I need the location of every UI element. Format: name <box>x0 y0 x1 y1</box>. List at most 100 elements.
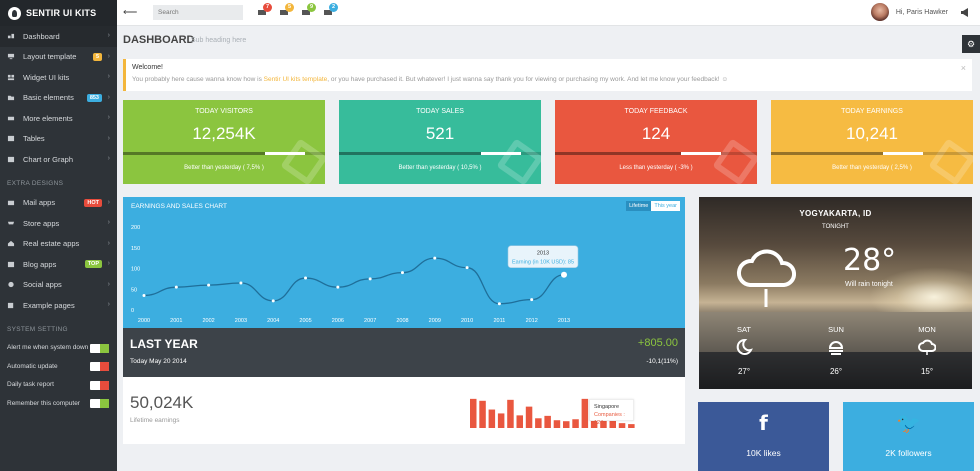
setting-toggle[interactable] <box>90 343 109 353</box>
sidebar-item-tables[interactable]: Tables › <box>0 129 117 150</box>
data-point[interactable] <box>304 276 308 280</box>
tab-lifetime[interactable]: Lifetime <box>626 201 652 211</box>
cloud-icon <box>918 339 936 355</box>
data-point[interactable] <box>368 277 372 281</box>
stat-value: 521 <box>425 124 455 143</box>
line-chart: 0 50 100 150 200 2000 2001 2002 2003 2004 2005 2006… <box>131 225 579 324</box>
data-point[interactable] <box>497 302 501 306</box>
x-tick-label: 2013 <box>558 318 570 324</box>
social-card-facebook[interactable]: f 10K likes <box>698 402 829 471</box>
sidebar-item-blog-apps[interactable]: Blog apps TOP › <box>0 254 117 275</box>
search-input[interactable] <box>153 5 243 20</box>
data-point[interactable] <box>174 285 178 289</box>
alert-text: You probably here cause wanna know how i… <box>132 76 728 83</box>
data-point[interactable] <box>433 256 437 260</box>
weather-temp: 28° <box>843 243 897 278</box>
data-point[interactable] <box>271 299 275 303</box>
setting-row: Remember this computer <box>0 394 117 413</box>
setting-row: Daily task report <box>0 376 117 395</box>
mini-bar[interactable] <box>479 400 486 428</box>
forecast-day: SUN 26° <box>811 325 861 376</box>
chevron-right-icon: › <box>107 280 110 288</box>
setting-toggle[interactable] <box>90 399 109 408</box>
setting-label: Remember this computer <box>7 399 80 407</box>
sidebar-item-label: Store apps <box>23 218 60 228</box>
sidebar-toggle-icon[interactable]: ⟵ <box>123 7 137 18</box>
facebook-icon: f <box>759 411 768 435</box>
forecast-temp: 15° <box>920 367 934 376</box>
data-point[interactable] <box>336 285 340 289</box>
data-point[interactable] <box>239 281 243 285</box>
stat-label: TODAY SALES <box>416 108 464 115</box>
y-tick-label: 100 <box>131 267 140 273</box>
mini-bar[interactable] <box>497 413 505 428</box>
sidebar-item-dashboard[interactable]: Dashboard › <box>0 26 117 47</box>
mini-bar[interactable] <box>553 420 561 428</box>
notification-count-badge: 9 <box>307 3 316 12</box>
stat-value: 12,254K <box>192 124 256 143</box>
y-tick-label: 50 <box>131 287 137 293</box>
stat-card: TODAY SALES 521 Better than yesterday ( 10… <box>339 100 541 184</box>
mini-bar[interactable] <box>516 415 524 428</box>
close-icon[interactable]: × <box>961 63 966 73</box>
stat-card: TODAY VISITORS 12,254K Better than yesterd… <box>123 100 325 184</box>
x-tick-label: 2009 <box>429 318 441 324</box>
mini-bar[interactable] <box>563 421 570 428</box>
mini-bar[interactable] <box>470 398 477 428</box>
dashboard-icon <box>7 33 15 38</box>
tab-this-year[interactable]: This year <box>651 201 680 211</box>
chevron-right-icon: › <box>107 32 110 39</box>
widget-icon <box>7 74 15 80</box>
data-point[interactable] <box>530 298 534 302</box>
data-point[interactable] <box>400 271 404 275</box>
sidebar-item-widget-ui-kits[interactable]: Widget UI kits › <box>0 67 117 88</box>
sidebar-item-chart-or-graph[interactable]: Chart or Graph › <box>0 149 117 170</box>
data-point[interactable] <box>142 293 146 297</box>
social-card-twitter[interactable]: 🐦 2K followers <box>843 402 974 471</box>
sidebar-item-example-pages[interactable]: Example pages › <box>0 295 117 316</box>
data-point[interactable] <box>207 283 211 287</box>
stat-progress <box>771 152 973 155</box>
sidebar-item-layout-template[interactable]: Layout template 5 › <box>0 47 117 68</box>
sidebar-item-store-apps[interactable]: Store apps › <box>0 213 117 234</box>
setting-toggle[interactable] <box>90 362 109 371</box>
sidebar-item-real-estate-apps[interactable]: Real estate apps › <box>0 234 117 255</box>
setting-toggle[interactable] <box>90 380 109 390</box>
system-settings: Alert me when system down Automatic updat… <box>0 339 117 413</box>
plus-icon <box>7 116 15 120</box>
chart-title: EARNINGS AND SALES CHART <box>131 203 227 210</box>
mini-bar[interactable] <box>488 409 496 428</box>
sidebar-item-mail-apps[interactable]: Mail apps HOT › <box>0 193 117 214</box>
stat-progress-marker <box>680 152 721 155</box>
sun-haze-icon <box>828 341 844 355</box>
x-tick-label: 2012 <box>526 318 538 324</box>
mini-bar[interactable] <box>544 415 551 428</box>
sidebar-badge: HOT <box>84 198 102 207</box>
stat-label: TODAY EARNINGS <box>841 108 903 115</box>
stat-watermark-icon <box>928 138 973 184</box>
blog-icon <box>7 261 15 267</box>
mini-bar[interactable] <box>628 424 635 428</box>
mini-bar[interactable] <box>581 398 589 428</box>
mini-bar[interactable] <box>507 399 514 428</box>
x-tick-label: 2001 <box>170 318 182 324</box>
settings-gear-button[interactable]: ⚙ <box>962 35 980 53</box>
sidebar-item-basic-elements[interactable]: Basic elements 853 › <box>0 88 117 109</box>
brand[interactable]: SENTIR UI KITS <box>0 0 117 26</box>
sidebar-item-label: Blog apps <box>23 259 57 269</box>
avatar[interactable] <box>871 3 889 21</box>
toggle-knob <box>100 343 109 353</box>
sidebar-item-label: Layout template <box>23 52 77 62</box>
sidebar-item-social-apps[interactable]: Social apps › <box>0 275 117 296</box>
mini-bar[interactable] <box>535 418 542 428</box>
data-point[interactable] <box>561 271 567 278</box>
mini-bar[interactable] <box>525 406 533 428</box>
social-count: 2K followers <box>885 448 932 458</box>
alert-link[interactable]: Sentir UI kits template <box>264 76 328 83</box>
mini-bar[interactable] <box>572 419 579 428</box>
chevron-right-icon: › <box>107 52 110 60</box>
data-point[interactable] <box>465 266 469 270</box>
megaphone-icon[interactable] <box>960 8 970 17</box>
sidebar-item-more-elements[interactable]: More elements › <box>0 108 117 129</box>
user-greeting[interactable]: Hi, Paris Hawker <box>896 9 948 16</box>
